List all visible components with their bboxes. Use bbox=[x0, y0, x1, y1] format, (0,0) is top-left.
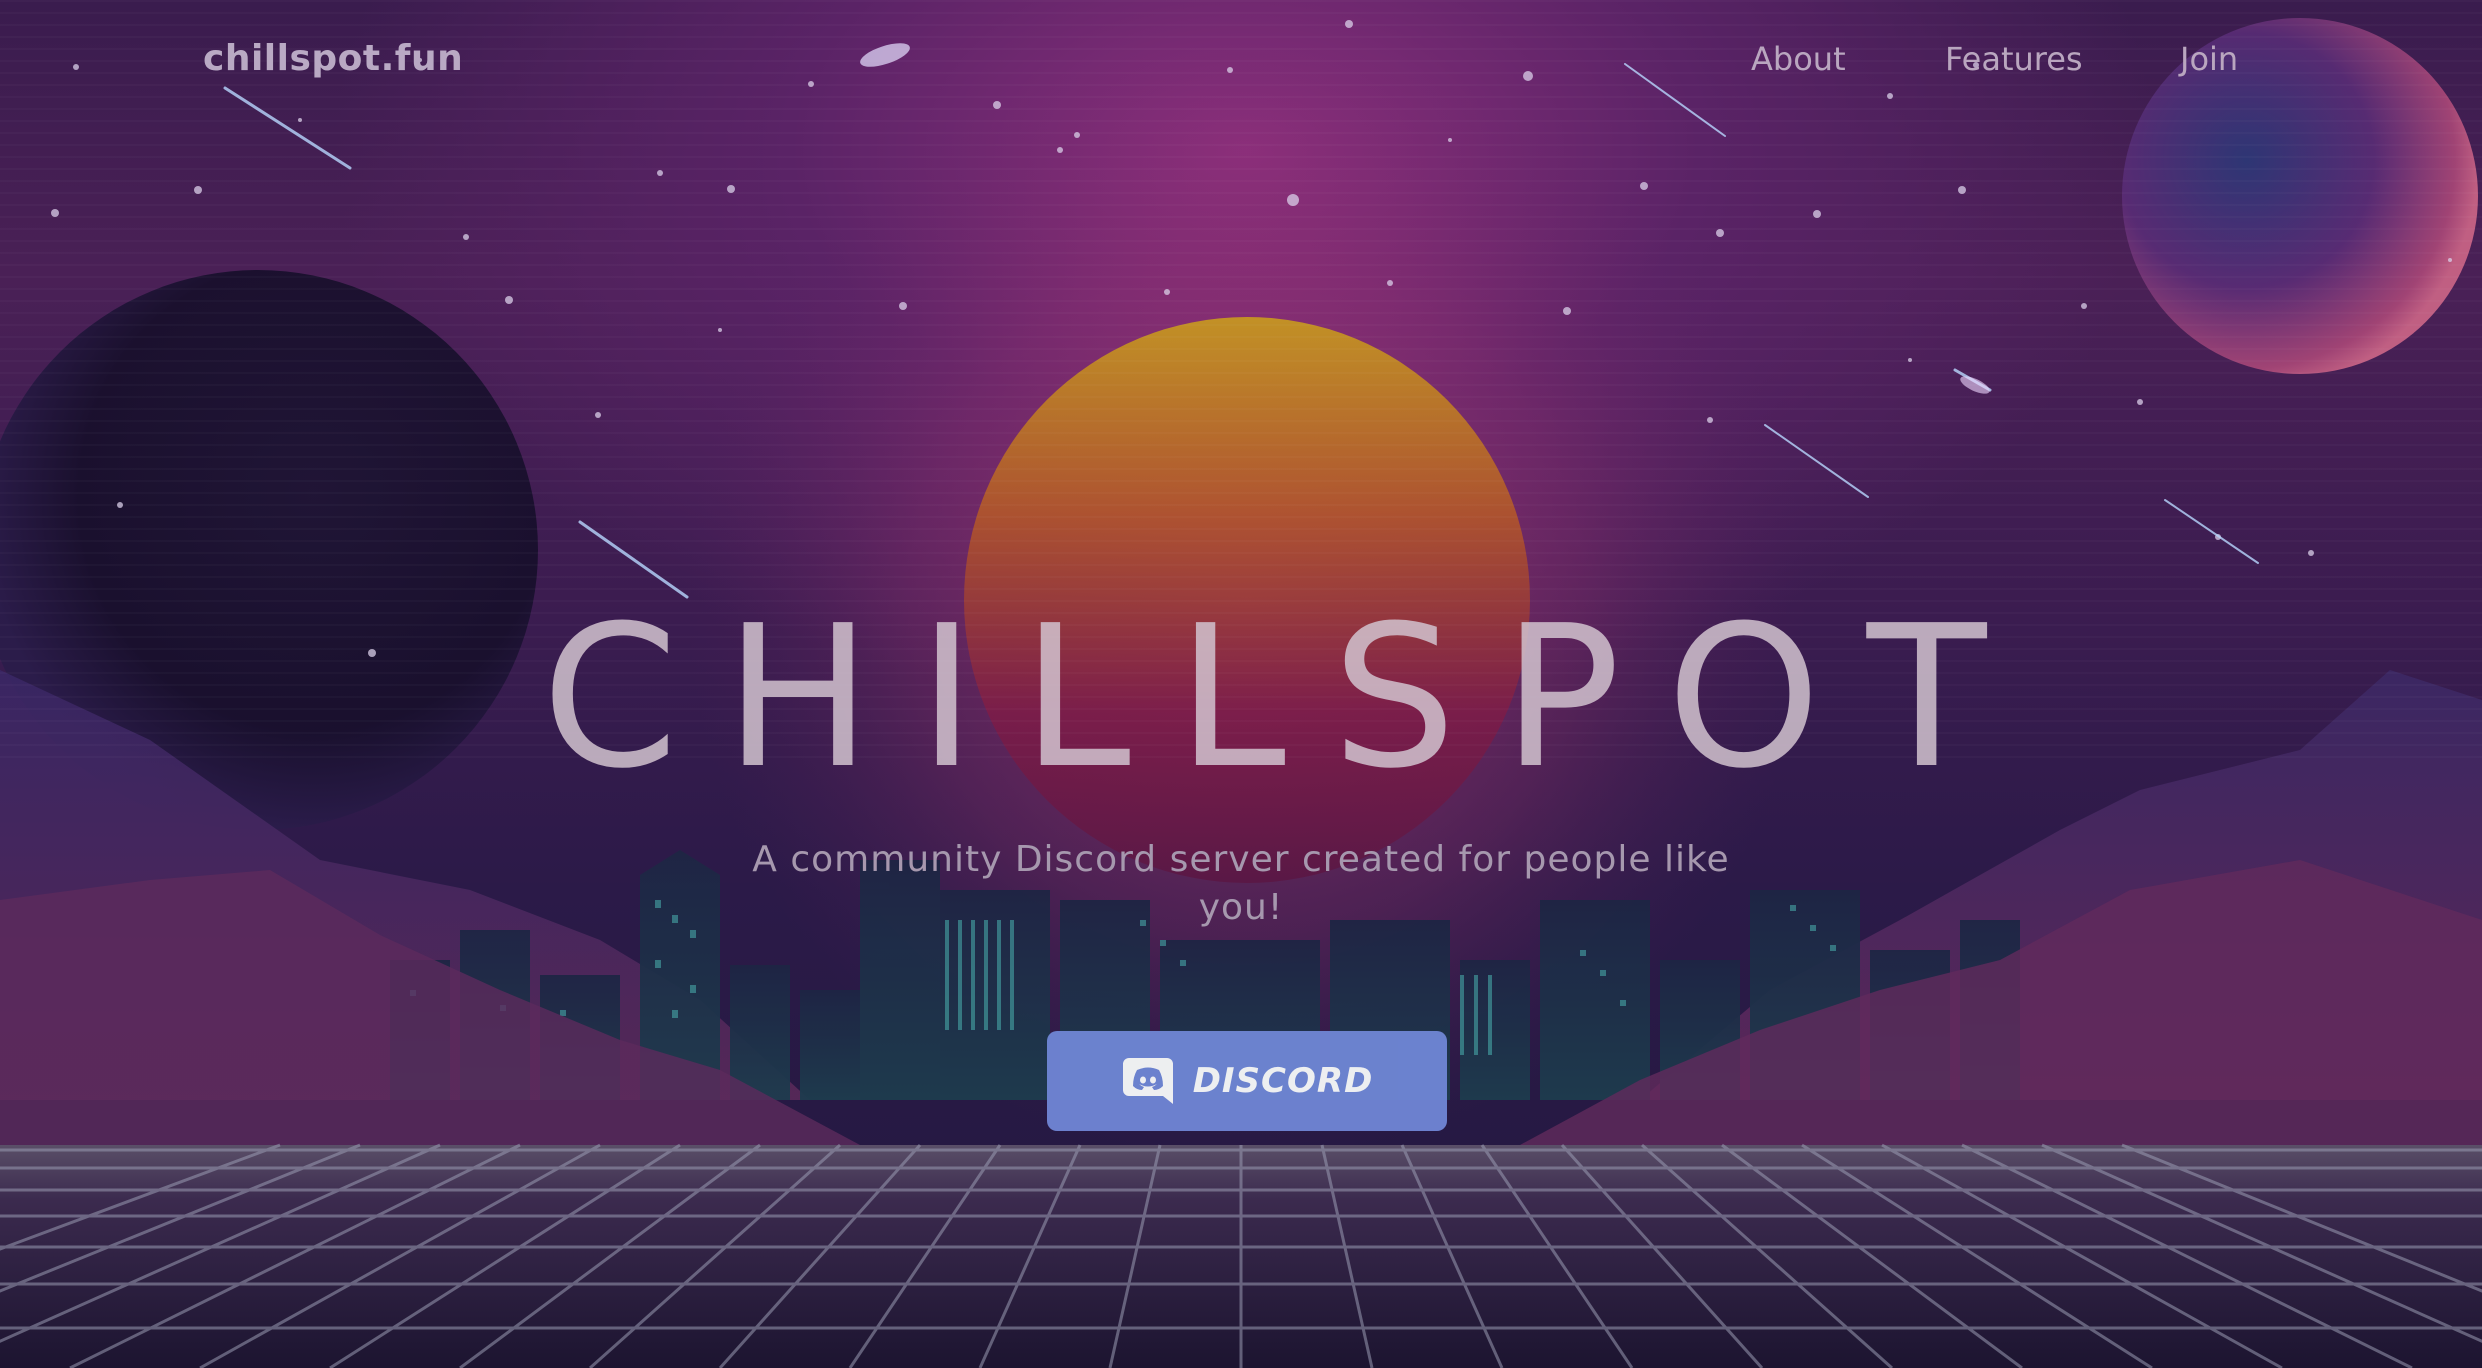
discord-join-button[interactable]: DISCORD bbox=[1047, 1031, 1447, 1131]
nav-link-features[interactable]: Features bbox=[1945, 40, 2083, 78]
hero-tagline: A community Discord server created for p… bbox=[752, 839, 1730, 928]
nav-link-join[interactable]: Join bbox=[2180, 40, 2238, 78]
brand-logo-link[interactable]: chillspot.fun bbox=[203, 38, 463, 79]
discord-button-label: DISCORD bbox=[1192, 1061, 1374, 1101]
hero-title: CHILLSPOT bbox=[541, 584, 2033, 812]
landing-page: chillspot.fun About Features Join CHILLS… bbox=[0, 0, 2482, 1368]
discord-logo-icon bbox=[1122, 1058, 1173, 1104]
top-navigation: chillspot.fun About Features Join bbox=[0, 0, 2482, 130]
nav-link-about[interactable]: About bbox=[1751, 40, 1846, 78]
